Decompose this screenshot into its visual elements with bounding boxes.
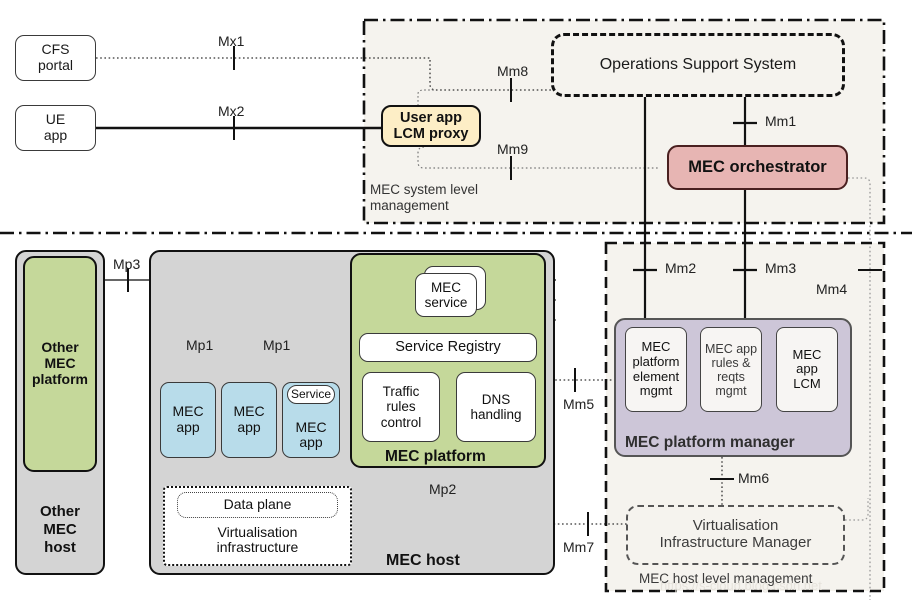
data-plane-box[interactable]: Data plane — [177, 492, 338, 518]
traffic-rules-control-box[interactable]: Traffic rules control — [362, 372, 440, 442]
dns-line1: DNS — [481, 391, 511, 407]
service-badge-label: Service — [290, 386, 331, 401]
other-host-line1: Other — [39, 503, 80, 520]
reference-point-mp2: Mp2 — [429, 481, 457, 497]
reference-point-mm2: Mm2 — [665, 260, 697, 276]
dns-handling-box[interactable]: DNS handling — [456, 372, 536, 442]
arrm-line1: MEC app — [704, 341, 758, 356]
applcm-line2: app — [796, 361, 818, 377]
traffic-rules-line1: Traffic — [382, 384, 420, 400]
virtualisation-infrastructure-manager-box[interactable]: Virtualisation Infrastructure Manager — [626, 505, 845, 565]
lcm-proxy-label-line2: LCM proxy — [393, 126, 469, 142]
ue-app-label-line2: app — [43, 127, 68, 143]
reference-point-mm8: Mm8 — [497, 63, 529, 79]
other-platform-line2: MEC — [44, 355, 76, 372]
sys-mgmt-label-line1: MEC system level — [370, 182, 479, 197]
mec-app-1-line1: MEC — [172, 403, 204, 420]
mec-app-box-1[interactable]: MEC app — [160, 382, 216, 458]
other-host-line3: host — [44, 539, 76, 556]
cfs-portal-label-line2: portal — [37, 57, 74, 73]
service-registry-label: Service Registry — [395, 339, 501, 356]
reference-point-mp3: Mp3 — [113, 256, 141, 272]
reference-point-mx2: Mx2 — [218, 103, 245, 119]
mec-orchestrator-label: MEC orchestrator — [688, 158, 827, 177]
mec-platform-element-mgmt-box[interactable]: MEC platform element mgmt — [625, 327, 687, 412]
mec-app-3-line1: MEC — [295, 418, 327, 435]
reference-point-mp1-right: Mp1 — [263, 337, 291, 353]
arrm-line4: mgmt — [715, 383, 747, 398]
service-badge[interactable]: Service — [287, 385, 335, 404]
watermark: https://s-cloud.blog.csdn.net — [660, 578, 822, 593]
lcm-proxy-label-line1: User app — [399, 109, 463, 126]
other-platform-line3: platform — [32, 370, 88, 387]
mec-service-box-front[interactable]: MEC service — [415, 273, 477, 317]
other-platform-line1: Other — [41, 339, 79, 356]
mec-service-line1: MEC — [431, 279, 461, 295]
applcm-line1: MEC — [792, 346, 822, 362]
operations-support-system-box[interactable]: Operations Support System — [551, 33, 845, 97]
dns-line2: handling — [470, 407, 522, 422]
mec-service-line2: service — [424, 295, 468, 310]
mec-app-3-line2: app — [299, 434, 323, 451]
mec-orchestrator-box[interactable]: MEC orchestrator — [667, 145, 848, 190]
data-plane-label: Data plane — [223, 496, 292, 513]
cfs-portal-box[interactable]: CFS portal — [15, 35, 96, 81]
mec-host-title: MEC host — [386, 552, 460, 569]
pem-line1: MEC — [641, 339, 671, 355]
reference-point-mm1: Mm1 — [765, 113, 797, 129]
reference-point-mm5: Mm5 — [563, 396, 595, 412]
mec-app-2-line1: MEC — [233, 403, 265, 420]
mec-app-1-line2: app — [176, 419, 200, 435]
ue-app-box[interactable]: UE app — [15, 105, 96, 151]
mec-platform-manager-title: MEC platform manager — [625, 434, 795, 451]
reference-point-mm4: Mm4 — [816, 281, 848, 297]
pem-line2: platform — [632, 353, 680, 369]
vim-line2: Infrastructure Manager — [659, 534, 812, 551]
mec-app-lcm-box[interactable]: MEC app LCM — [776, 327, 838, 412]
pem-line3: element — [632, 368, 680, 384]
pem-line4: mgmt — [639, 383, 673, 399]
reference-point-mm9: Mm9 — [497, 141, 529, 157]
mec-platform-title: MEC platform — [385, 448, 486, 465]
reference-point-mm6: Mm6 — [738, 470, 770, 486]
other-host-line2: MEC — [43, 521, 77, 538]
service-registry-box[interactable]: Service Registry — [359, 333, 537, 362]
virt-infra-line1: Virtualisation — [217, 523, 298, 540]
mec-architecture-diagram: CFS portal UE app Operations Support Sys… — [0, 0, 912, 608]
other-mec-platform-box[interactable]: Other MEC platform — [23, 256, 97, 472]
reference-point-mx1: Mx1 — [218, 33, 245, 49]
ue-app-label-line1: UE — [45, 111, 66, 128]
reference-point-mp1-left: Mp1 — [186, 337, 214, 353]
applcm-line3: LCM — [793, 375, 821, 391]
virt-infra-line2: infrastructure — [216, 539, 299, 556]
mec-app-2-line2: app — [237, 419, 261, 435]
reference-point-mm7: Mm7 — [563, 539, 595, 555]
vim-line1: Virtualisation — [692, 517, 779, 535]
cfs-portal-label-line1: CFS — [41, 41, 70, 58]
sys-mgmt-label-line2: management — [370, 197, 449, 213]
arrm-line2: rules & — [711, 355, 751, 370]
reference-point-mm3: Mm3 — [765, 260, 797, 276]
arrm-line3: reqts — [717, 369, 745, 384]
traffic-rules-line2: rules — [386, 399, 416, 415]
user-app-lcm-proxy-box[interactable]: User app LCM proxy — [381, 105, 481, 147]
mec-app-rules-reqts-mgmt-box[interactable]: MEC app rules & reqts mgmt — [700, 327, 762, 412]
traffic-rules-line3: control — [380, 414, 422, 430]
mec-app-box-2[interactable]: MEC app — [221, 382, 277, 458]
other-mec-host-title: Other MEC host — [17, 503, 103, 557]
oss-label: Operations Support System — [599, 56, 797, 74]
mec-system-level-management-label: MEC system level management — [370, 182, 550, 214]
